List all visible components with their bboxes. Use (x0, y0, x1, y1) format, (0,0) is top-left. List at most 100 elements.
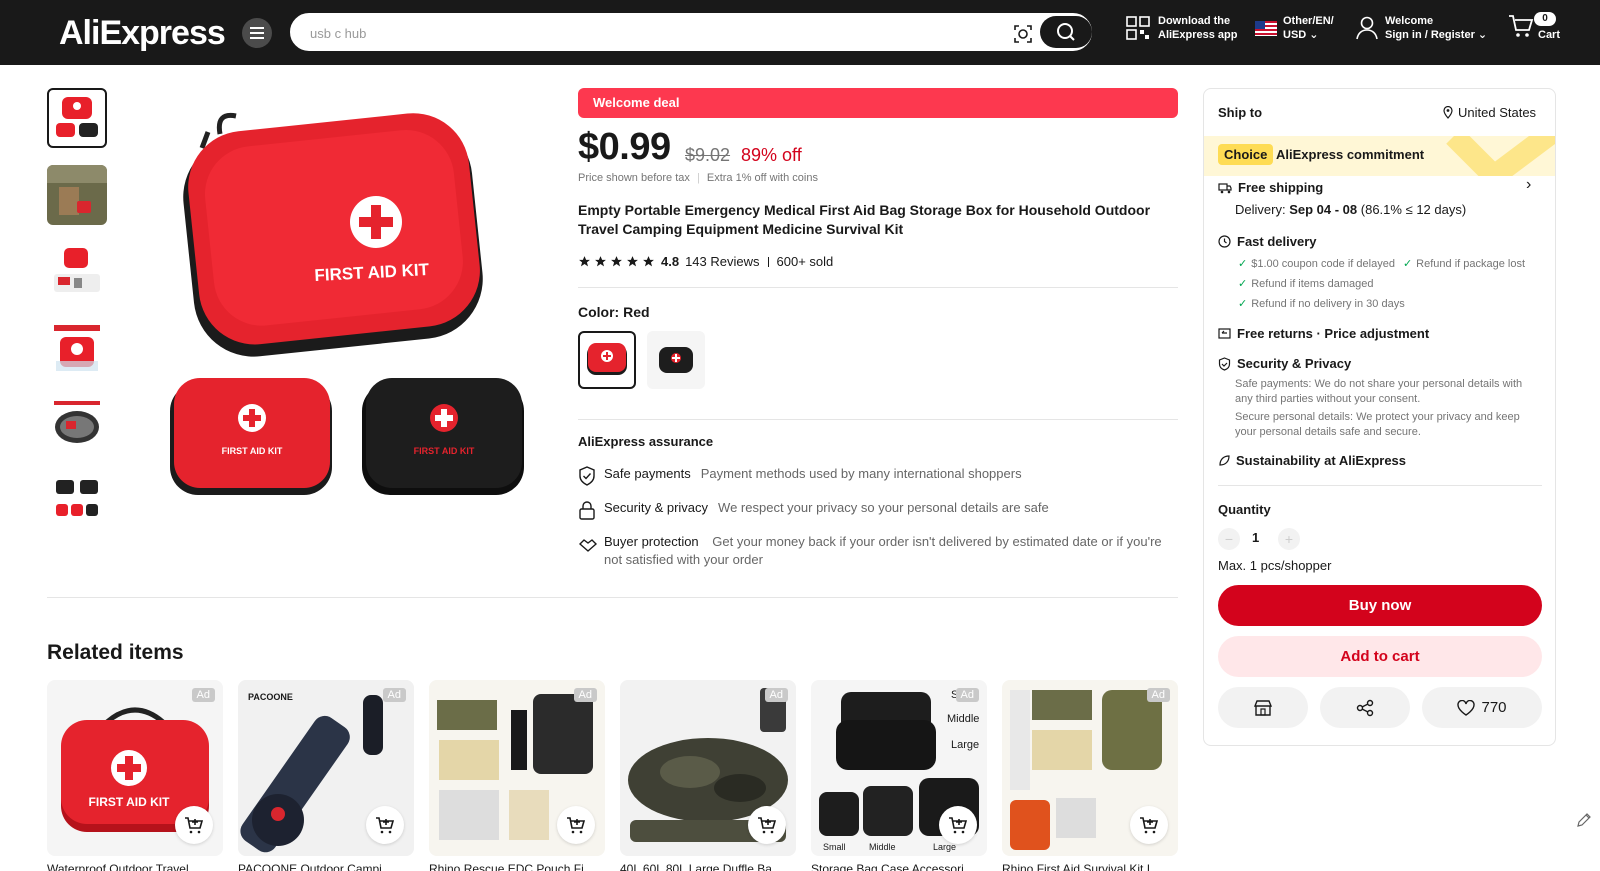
thumbnail-1[interactable] (47, 88, 107, 148)
quantity-increase-button[interactable]: + (1278, 528, 1300, 550)
color-label: Color: Red (578, 304, 650, 320)
tax-note: Price shown before tax (578, 172, 690, 184)
check-icon: ✓ (1402, 258, 1413, 270)
currency-label: USD (1283, 29, 1307, 41)
chevron-right-icon[interactable]: › (1526, 176, 1531, 194)
top-header: AliExpress Download the AliExpress app (0, 0, 1600, 65)
free-shipping-label: Free shipping (1238, 180, 1324, 195)
shield-check-icon (1218, 356, 1231, 371)
delivery-dates: Sep 04 - 08 (1289, 202, 1358, 217)
cart-plus-icon (185, 817, 204, 834)
related-card-2[interactable]: PACOONE Ad (238, 680, 414, 856)
free-shipping-row[interactable]: Free shipping (1218, 180, 1323, 195)
related-card-5[interactable]: Small Middle Large Small Middle Large Ad (811, 680, 987, 856)
language-currency-selector[interactable]: Other/EN/ USD ⌄ (1255, 14, 1334, 42)
related-card-title[interactable]: Rhino First Aid Survival Kit I... (1002, 862, 1178, 871)
kit-label: FIRST AID KIT (89, 795, 171, 809)
assurance-desc: Payment methods used by many internation… (700, 466, 1022, 481)
free-returns-row: Free returns · Price adjustment (1218, 326, 1429, 341)
choice-badge: Choice (1218, 144, 1274, 165)
add-to-cart-button[interactable] (1130, 806, 1168, 844)
rating-value: 4.8 (661, 254, 680, 269)
rating-stars (578, 255, 655, 268)
secure-details-text: Secure personal details: We protect your… (1235, 411, 1520, 438)
search-button[interactable] (1040, 16, 1092, 48)
ad-badge: Ad (573, 688, 597, 702)
add-to-cart-button[interactable] (175, 806, 213, 844)
related-card-4[interactable]: Ad (620, 680, 796, 856)
related-card-title[interactable]: PACOONE Outdoor Campi... (238, 862, 414, 871)
add-to-cart-button[interactable] (557, 806, 595, 844)
related-card-6[interactable]: Ad (1002, 680, 1178, 856)
variants-image (56, 480, 98, 516)
thumbnail-5[interactable] (47, 394, 107, 454)
thumbnail-4[interactable] (47, 318, 107, 378)
waterproof-image (54, 325, 100, 371)
related-card-title[interactable]: Storage Bag Case Accessori... (811, 862, 987, 871)
ship-to-country[interactable]: United States (1443, 105, 1536, 120)
first-aid-kit-image (56, 97, 98, 137)
assurance-desc: We respect your privacy so your personal… (718, 500, 1049, 515)
fast-delivery-benefits-2: ✓ Refund if items damaged (1238, 277, 1374, 290)
cart-link[interactable] (1508, 14, 1534, 38)
wishlist-button[interactable]: 770 (1422, 687, 1542, 728)
delivery-estimate: Delivery: Sep 04 - 08 (86.1% ≤ 12 days) (1235, 202, 1466, 217)
related-card-title[interactable]: Rhino Rescue EDC Pouch Fi... (429, 862, 605, 871)
fast-delivery-row: Fast delivery (1218, 234, 1317, 249)
cart-plus-icon (949, 817, 968, 834)
related-card-title[interactable]: Waterproof Outdoor Travel... (47, 862, 223, 871)
add-to-cart-button[interactable] (366, 806, 404, 844)
welcome-deal-banner: Welcome deal (578, 88, 1178, 118)
search-input[interactable] (310, 23, 990, 43)
svg-text:Large: Large (951, 739, 979, 751)
color-swatch-black[interactable] (647, 331, 705, 389)
small-black-case: FIRST AID KIT (362, 378, 524, 495)
thumbnail-6[interactable] (47, 471, 107, 531)
small-red-case: FIRST AID KIT (170, 378, 332, 495)
quantity-decrease-button[interactable]: − (1218, 528, 1240, 550)
ad-badge: Ad (191, 688, 215, 702)
color-swatch-red[interactable] (578, 331, 636, 389)
fast-delivery-benefits-3: ✓ Refund if no delivery in 30 days (1238, 297, 1405, 310)
safe-payments-text: Safe payments: We do not share your pers… (1235, 378, 1523, 405)
app-line1: Download the (1158, 15, 1231, 27)
download-app-link[interactable]: Download the AliExpress app (1125, 14, 1237, 42)
main-product-image[interactable]: FIRST AID KIT FIRST AID KIT FIRST AID KI… (150, 88, 530, 498)
add-to-cart-button[interactable] (748, 806, 786, 844)
add-to-cart-button[interactable] (939, 806, 977, 844)
aliexpress-logo[interactable]: AliExpress (59, 13, 226, 53)
large-red-case: FIRST AID KIT (183, 112, 483, 357)
quantity-value[interactable]: 1 (1252, 530, 1259, 545)
share-button[interactable] (1320, 687, 1410, 728)
reviews-link[interactable]: 143 Reviews (685, 254, 759, 269)
store-button[interactable] (1218, 687, 1308, 728)
ad-badge: Ad (1146, 688, 1170, 702)
check-icon: ✓ (1238, 258, 1248, 270)
divider (1218, 485, 1542, 486)
benefit-text: $1.00 coupon code if delayed (1251, 258, 1395, 270)
coins-note: Extra 1% off with coins (706, 172, 818, 184)
star-icon (579, 256, 590, 267)
delivery-prefix: Delivery: (1235, 202, 1286, 217)
related-card-title[interactable]: 40L 60L 80L Large Duffle Ba... (620, 862, 796, 871)
account-menu[interactable]: Welcome Sign in / Register ⌄ (1355, 14, 1487, 42)
cart-label[interactable]: Cart (1538, 29, 1560, 41)
pencil-icon[interactable] (1576, 812, 1592, 828)
thumbnail-2[interactable] (47, 165, 107, 225)
sustainability-label: Sustainability at AliExpress (1236, 453, 1407, 468)
kit-contents-image (54, 248, 100, 292)
buy-now-button[interactable]: Buy now (1218, 585, 1542, 626)
svg-text:Middle: Middle (869, 842, 896, 852)
add-to-cart-button[interactable]: Add to cart (1218, 636, 1542, 677)
thumbnail-3[interactable] (47, 241, 107, 301)
red-case-swatch-image (587, 343, 627, 375)
sustainability-row[interactable]: Sustainability at AliExpress (1218, 453, 1406, 468)
store-icon (1254, 699, 1272, 716)
related-card-3[interactable]: Ad (429, 680, 605, 856)
assurance-buyer-protection: Buyer protection Get your money back if … (578, 533, 1178, 569)
delivery-note: (86.1% ≤ 12 days) (1360, 202, 1467, 217)
related-card-1[interactable]: FIRST AID KIT Ad (47, 680, 223, 856)
menu-button[interactable] (242, 18, 272, 48)
price-note: Price shown before tax | Extra 1% off wi… (578, 172, 818, 184)
image-search-icon[interactable] (1012, 23, 1034, 45)
